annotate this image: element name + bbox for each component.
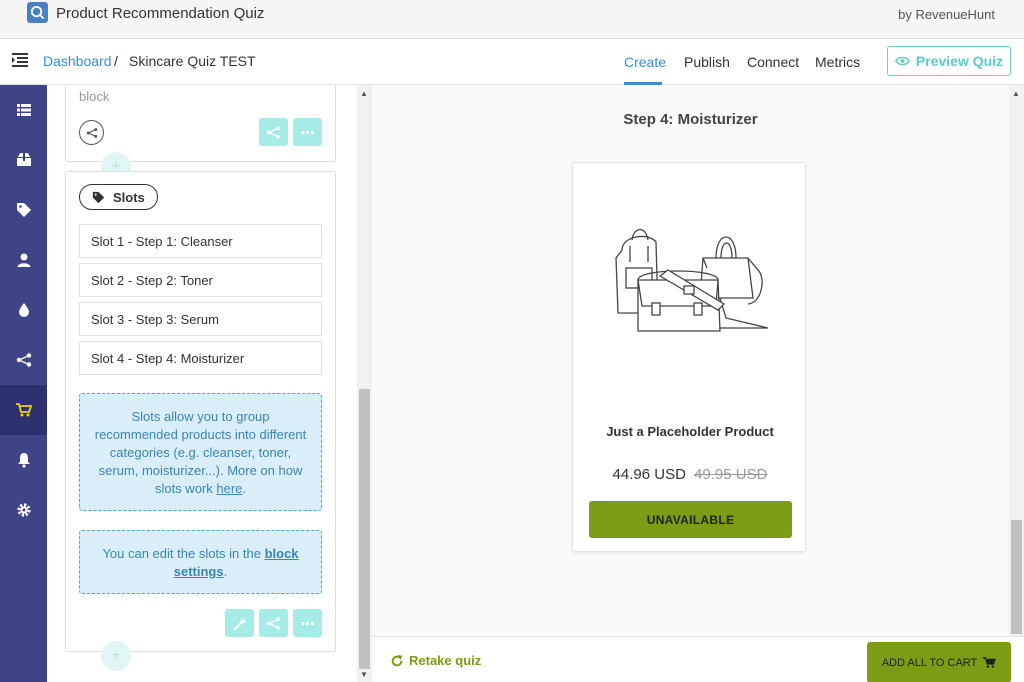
slots-help-link[interactable]: here: [216, 481, 242, 496]
scroll-up-arrow-icon[interactable]: ▲: [1012, 89, 1020, 98]
share-icon: [266, 616, 281, 630]
editor-panel: block + Slots Slot 1 - Step 1: Cleanser …: [47, 85, 357, 682]
slot-row[interactable]: Slot 2 - Step 2: Toner: [79, 263, 322, 297]
app-title: Product Recommendation Quiz: [56, 5, 265, 22]
sidebar-item-tags[interactable]: [0, 185, 47, 235]
share-icon: [266, 125, 281, 139]
block-card: block: [65, 85, 336, 162]
add-block-button[interactable]: +: [101, 641, 131, 671]
gear-icon: [16, 503, 31, 517]
tab-create[interactable]: Create: [624, 54, 666, 70]
breadcrumb-separator: /: [114, 53, 118, 69]
tag-icon: [92, 191, 105, 203]
breadcrumb-dashboard-link[interactable]: Dashboard: [43, 53, 112, 69]
sidebar-item-settings[interactable]: [0, 485, 47, 535]
slot-row[interactable]: Slot 3 - Step 3: Serum: [79, 302, 322, 336]
menu-toggle-icon[interactable]: [12, 53, 28, 67]
slots-logic-button[interactable]: [259, 609, 288, 637]
top-navbar: Dashboard / Skincare Quiz TEST Create Pu…: [0, 39, 1024, 85]
slot-row[interactable]: Slot 1 - Step 1: Cleanser: [79, 224, 322, 258]
breadcrumb-current: Skincare Quiz TEST: [129, 53, 256, 69]
product-original-price: 49.95 USD: [694, 466, 768, 483]
product-name: Just a Placeholder Product: [606, 424, 774, 439]
edit-slots-info-box: You can edit the slots in the block sett…: [79, 530, 322, 594]
retake-quiz-button[interactable]: Retake quiz: [390, 653, 481, 668]
editor-scrollbar[interactable]: ▲ ▼: [357, 85, 372, 682]
share-icon: [86, 127, 97, 138]
user-icon: [17, 253, 30, 267]
unavailable-button[interactable]: UNAVAILABLE: [589, 501, 792, 538]
bell-icon: [17, 453, 30, 468]
sidebar-item-users[interactable]: [0, 235, 47, 285]
edit-slots-text: You can edit the slots in the: [102, 546, 265, 561]
add-all-to-cart-button[interactable]: ADD ALL TO CART: [867, 642, 1011, 682]
app-logo-icon: [27, 2, 48, 23]
slots-card: Slots Slot 1 - Step 1: Cleanser Slot 2 -…: [65, 171, 336, 652]
slots-info-end: .: [242, 481, 247, 496]
tag-icon: [16, 203, 31, 217]
drop-icon: [18, 303, 29, 317]
preview-quiz-label: Preview Quiz: [915, 53, 1004, 69]
cart-icon: [983, 657, 997, 668]
block-text: block: [79, 89, 110, 104]
vendor-byline: by RevenueHunt: [898, 7, 995, 22]
slots-pill-label: Slots: [113, 189, 145, 205]
sidebar-item-questions[interactable]: [0, 85, 47, 135]
slots-more-button[interactable]: [293, 609, 322, 637]
slot-row[interactable]: Slot 4 - Step 4: Moisturizer: [79, 341, 322, 375]
slots-pill: Slots: [79, 184, 158, 210]
eye-icon: [894, 56, 910, 66]
tab-publish[interactable]: Publish: [684, 54, 730, 70]
share-icon: [16, 353, 31, 367]
tab-connect[interactable]: Connect: [747, 54, 799, 70]
step-title: Step 4: Moisturizer: [623, 111, 758, 128]
preview-footer: Retake quiz ADD ALL TO CART: [372, 636, 1024, 682]
cart-icon: [15, 403, 32, 417]
more-icon: [301, 621, 314, 625]
slots-info-text: Slots allow you to group recommended pro…: [94, 409, 307, 496]
add-all-to-cart-label: ADD ALL TO CART: [881, 656, 978, 669]
title-bar: Product Recommendation Quiz by RevenueHu…: [0, 0, 1024, 39]
tab-metrics[interactable]: Metrics: [815, 54, 860, 70]
more-icon: [301, 130, 314, 134]
sidebar-item-logic[interactable]: [0, 335, 47, 385]
edit-slots-end: .: [223, 564, 228, 579]
preview-scrollbar[interactable]: ▲: [1009, 85, 1024, 636]
quiz-preview: Step 4: Moisturizer Just a Placeholder P…: [372, 85, 1009, 636]
sidebar-item-notifications[interactable]: [0, 435, 47, 485]
preview-scrollbar-thumb[interactable]: [1011, 520, 1022, 634]
price-row: 44.96 USD 49.95 USD: [573, 466, 807, 483]
product-placeholder-image: [615, 228, 768, 332]
retake-quiz-label: Retake quiz: [409, 653, 482, 668]
sidebar-item-products[interactable]: [0, 135, 47, 185]
product-card: Just a Placeholder Product 44.96 USD 49.…: [572, 162, 806, 552]
editor-scrollbar-thumb[interactable]: [359, 389, 370, 669]
list-icon: [16, 104, 31, 116]
wrench-icon: [233, 617, 246, 630]
slots-settings-button[interactable]: [225, 609, 254, 637]
product-price: 44.96 USD: [612, 466, 686, 483]
slots-info-box: Slots allow you to group recommended pro…: [79, 393, 322, 511]
left-sidebar: [0, 85, 47, 682]
sidebar-item-cart[interactable]: [0, 385, 47, 435]
box-icon: [16, 153, 31, 166]
preview-quiz-button[interactable]: Preview Quiz: [887, 46, 1011, 76]
scroll-down-arrow-icon[interactable]: ▼: [360, 670, 368, 679]
block-more-button[interactable]: [293, 118, 322, 146]
scroll-up-arrow-icon[interactable]: ▲: [360, 89, 368, 98]
block-logic-button[interactable]: [259, 118, 288, 146]
branch-circle-icon[interactable]: [79, 120, 104, 145]
refresh-icon: [391, 654, 403, 666]
sidebar-item-design[interactable]: [0, 285, 47, 335]
